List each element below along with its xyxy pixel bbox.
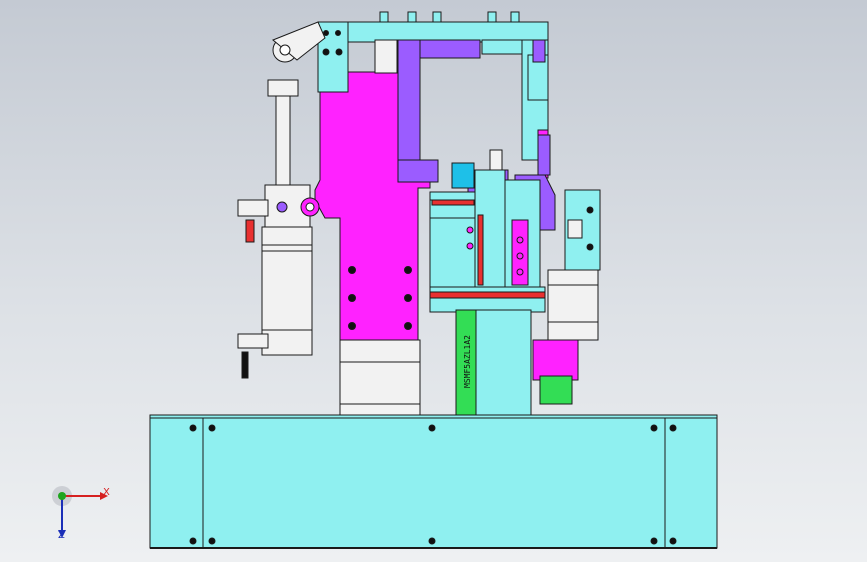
y-axis-icon [58,492,66,500]
assembly-model[interactable]: MSMF5AZL1A2 [0,0,867,562]
side-block [547,189,601,341]
motor-label: MSMF5AZL1A2 [463,335,472,388]
z-axis-label: Z [58,530,65,541]
base-box [149,414,718,549]
x-axis-label: X [103,487,110,498]
cad-viewport[interactable]: MSMF5AZL1A2 X Z [0,0,867,562]
